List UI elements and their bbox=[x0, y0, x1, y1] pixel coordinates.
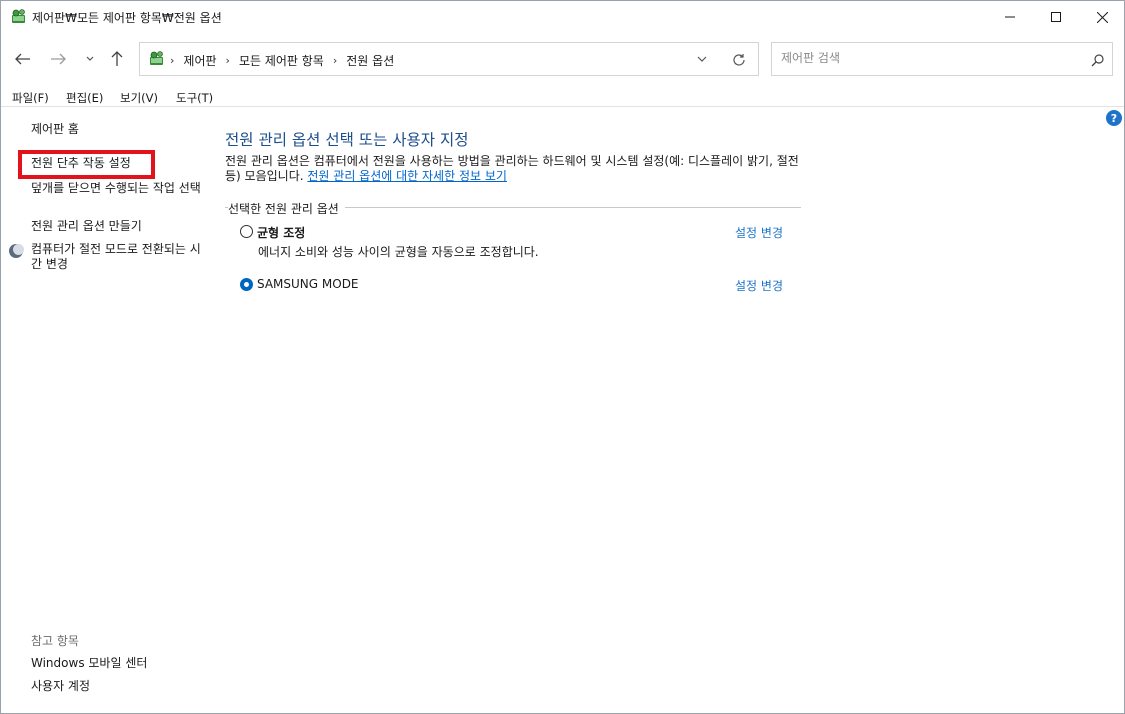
sidebar-item-create-plan[interactable]: 전원 관리 옵션 만들기 bbox=[31, 219, 142, 234]
arrow-right-icon bbox=[51, 53, 66, 65]
minimize-icon bbox=[1005, 16, 1015, 18]
maximize-icon bbox=[1051, 12, 1061, 22]
moon-icon bbox=[9, 244, 24, 258]
breadcrumb-control-panel[interactable]: 제어판 bbox=[183, 52, 216, 69]
breadcrumb-power-options[interactable]: 전원 옵션 bbox=[346, 52, 394, 69]
window-title: 제어판₩모든 제어판 항목₩전원 옵션 bbox=[32, 11, 222, 25]
menu-view[interactable]: 보기(V) bbox=[120, 90, 158, 106]
change-settings-link-balanced[interactable]: 설정 변경 bbox=[735, 224, 783, 241]
chevron-down-icon bbox=[86, 56, 94, 61]
plan-row-samsung[interactable]: SAMSUNG MODE 설정 변경 bbox=[240, 276, 785, 296]
sidebar-item-sleep-time[interactable]: 컴퓨터가 절전 모드로 전환되는 시간 변경 bbox=[31, 242, 201, 272]
refresh-button[interactable] bbox=[730, 51, 748, 69]
arrow-up-icon bbox=[111, 51, 123, 66]
plans-group-header: 선택한 전원 관리 옵션 bbox=[225, 200, 801, 217]
refresh-icon bbox=[733, 54, 745, 66]
menu-tools[interactable]: 도구(T) bbox=[176, 90, 213, 106]
arrow-left-icon bbox=[15, 53, 30, 65]
menu-bar: 파일(F) 편집(E) 보기(V) 도구(T) bbox=[1, 87, 1124, 107]
plan-description-balanced: 에너지 소비와 성능 사이의 균형을 자동으로 조정합니다. bbox=[258, 245, 539, 259]
close-icon bbox=[1096, 11, 1108, 23]
chevron-down-icon bbox=[697, 56, 707, 62]
help-icon[interactable]: ? bbox=[1106, 110, 1122, 126]
search-icon[interactable] bbox=[1089, 52, 1105, 68]
chevron-right-icon[interactable]: › bbox=[333, 54, 337, 67]
menu-file[interactable]: 파일(F) bbox=[12, 90, 49, 106]
see-also-heading: 참고 항목 bbox=[31, 634, 79, 648]
recent-locations-button[interactable] bbox=[78, 47, 102, 71]
chevron-right-icon[interactable]: › bbox=[170, 54, 174, 67]
plan-radio-samsung[interactable] bbox=[240, 278, 253, 291]
navigation-bar: › 제어판 › 모든 제어판 항목 › 전원 옵션 bbox=[1, 33, 1124, 85]
sidebar-item-power-button[interactable]: 전원 단추 작동 설정 bbox=[31, 156, 131, 171]
minimize-button[interactable] bbox=[987, 1, 1033, 33]
page-title: 전원 관리 옵션 선택 또는 사용자 지정 bbox=[225, 131, 469, 149]
back-button[interactable] bbox=[11, 47, 35, 71]
sidebar-item-home[interactable]: 제어판 홈 bbox=[31, 122, 79, 137]
search-input[interactable] bbox=[781, 51, 1081, 65]
menu-edit[interactable]: 편집(E) bbox=[66, 90, 103, 106]
plan-name-samsung[interactable]: SAMSUNG MODE bbox=[257, 277, 359, 291]
plan-name-balanced[interactable]: 균형 조정 bbox=[257, 224, 305, 241]
search-box[interactable] bbox=[771, 42, 1113, 76]
up-button[interactable] bbox=[105, 47, 129, 71]
plans-group-title: 선택한 전원 관리 옵션 bbox=[228, 200, 345, 217]
address-history-button[interactable] bbox=[694, 51, 710, 67]
breadcrumb-all-items[interactable]: 모든 제어판 항목 bbox=[239, 52, 324, 69]
change-settings-link-samsung[interactable]: 설정 변경 bbox=[735, 277, 783, 294]
sidebar-item-mobility-center[interactable]: Windows 모바일 센터 bbox=[31, 656, 147, 671]
left-navigation-pane: 제어판 홈 전원 단추 작동 설정 덮개를 닫으면 수행되는 작업 선택 전원 … bbox=[1, 108, 207, 713]
plan-radio-balanced[interactable] bbox=[240, 225, 253, 238]
control-panel-icon bbox=[12, 9, 25, 23]
sidebar-item-lid-close[interactable]: 덮개를 닫으면 수행되는 작업 선택 bbox=[31, 181, 201, 196]
sidebar-item-user-accounts[interactable]: 사용자 계정 bbox=[31, 679, 90, 694]
plan-row-balanced[interactable]: 균형 조정 설정 변경 bbox=[240, 223, 785, 243]
maximize-button[interactable] bbox=[1033, 1, 1079, 33]
breadcrumb: › 제어판 › 모든 제어판 항목 › 전원 옵션 bbox=[170, 52, 394, 69]
address-bar[interactable]: › 제어판 › 모든 제어판 항목 › 전원 옵션 bbox=[139, 42, 759, 76]
control-panel-icon bbox=[150, 51, 163, 65]
chevron-right-icon[interactable]: › bbox=[226, 54, 230, 67]
close-button[interactable] bbox=[1079, 1, 1125, 33]
control-panel-window: 제어판₩모든 제어판 항목₩전원 옵션 › 제어판 › 모든 제어판 항목 › … bbox=[0, 0, 1125, 714]
title-bar[interactable]: 제어판₩모든 제어판 항목₩전원 옵션 bbox=[1, 1, 1124, 33]
more-info-link[interactable]: 전원 관리 옵션에 대한 자세한 정보 보기 bbox=[307, 169, 507, 183]
forward-button[interactable] bbox=[46, 47, 70, 71]
page-description: 전원 관리 옵션은 컴퓨터에서 전원을 사용하는 방법을 관리하는 하드웨어 및… bbox=[225, 154, 805, 184]
